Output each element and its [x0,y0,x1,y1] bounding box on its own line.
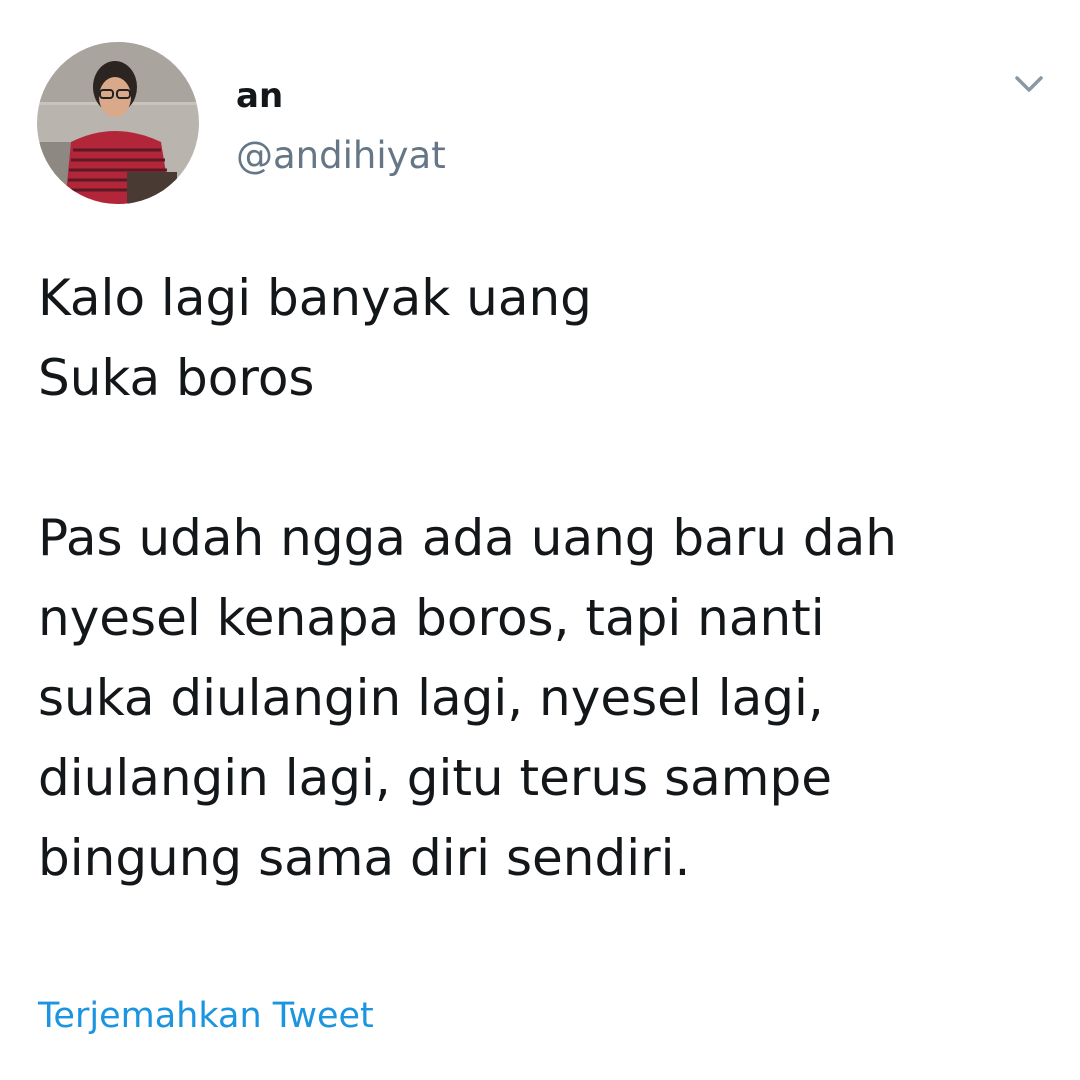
user-handle[interactable]: @andihiyat [236,132,446,180]
avatar-photo [37,42,199,204]
chevron-down-icon[interactable] [1009,70,1049,100]
tweet-line: diulangin lagi, gitu terus sampe [38,749,832,807]
tweet-line: Suka boros [38,349,315,407]
tweet-text: Kalo lagi banyak uang Suka boros Pas uda… [38,258,1048,898]
translate-tweet-link[interactable]: Terjemahkan Tweet [38,992,374,1040]
tweet-line: suka diulangin lagi, nyesel lagi, [38,669,824,727]
tweet-line: Pas udah ngga ada uang baru dah [38,509,897,567]
avatar[interactable] [37,42,199,204]
tweet-line: bingung sama diri sendiri. [38,829,691,887]
display-name[interactable]: an [236,74,283,118]
tweet-line: nyesel kenapa boros, tapi nanti [38,589,825,647]
tweet-line: Kalo lagi banyak uang [38,269,592,327]
